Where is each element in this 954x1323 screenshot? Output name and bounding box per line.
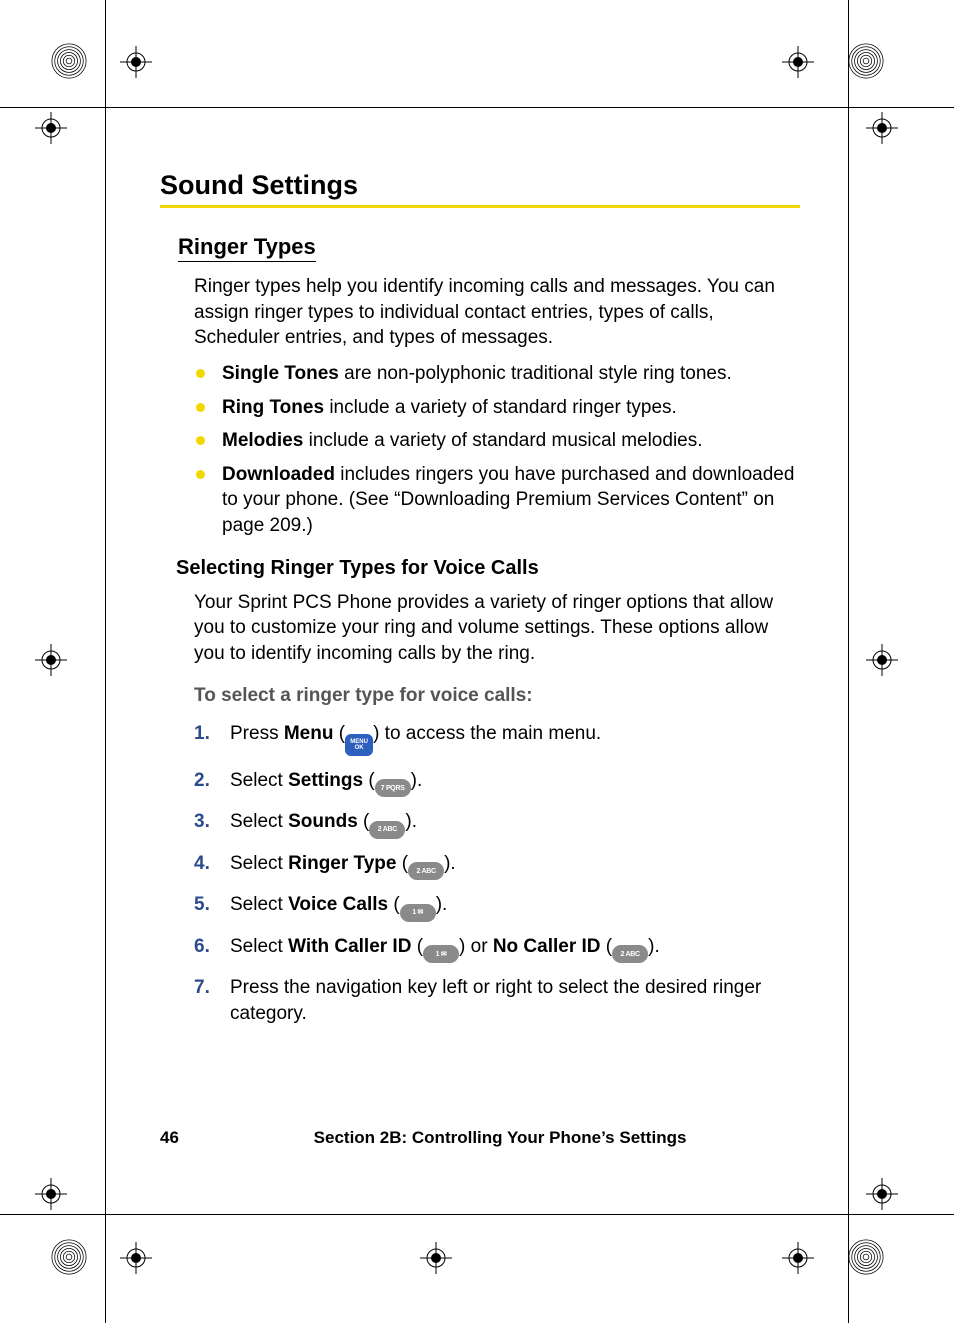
registration-rosette-icon [847,1238,885,1276]
step-text: Select [230,894,288,915]
list-item: Melodies include a variety of standard m… [194,428,800,454]
keypad-2-icon: 2 ABC [369,821,405,839]
step-number: 3. [194,809,210,835]
step-number: 5. [194,892,210,918]
keypad-7-icon: 7 PQRS [375,779,411,797]
step-bold: Sounds [288,811,358,832]
step-text: ( [388,894,400,915]
step-number: 1. [194,721,210,747]
registration-target-icon [420,1242,452,1274]
registration-target-icon [35,1178,67,1210]
step-text: ( [333,723,345,744]
intro-ringer-types: Ringer types help you identify incoming … [194,274,800,351]
list-item: 4. Select Ringer Type (2 ABC). [194,851,800,881]
step-text: ). [411,770,423,791]
page-number: 46 [160,1128,179,1147]
keypad-1-icon: 1 ✉ [400,904,436,922]
page-title: Sound Settings [160,170,800,201]
step-text: ( [601,936,613,957]
step-text: ( [363,770,375,791]
registration-target-icon [866,1178,898,1210]
keypad-2-icon: 2 ABC [612,945,648,963]
crop-line-right [848,0,849,1323]
step-text: ). [436,894,448,915]
bullet-bold: Ring Tones [222,397,324,418]
registration-target-icon [120,46,152,78]
step-bold: Menu [284,723,334,744]
list-item: 1. Press Menu (MENUOK) to access the mai… [194,721,800,756]
registration-rosette-icon [50,42,88,80]
crop-line-left [105,0,106,1323]
step-text: Select [230,936,288,957]
step-text: ( [411,936,423,957]
step-text: ( [358,811,370,832]
registration-rosette-icon [847,42,885,80]
step-text: ( [396,853,408,874]
step-number: 4. [194,851,210,877]
list-item: Downloaded includes ringers you have pur… [194,462,800,539]
intro-selecting-ringer: Your Sprint PCS Phone provides a variety… [194,590,800,667]
step-text: Select [230,770,288,791]
step-number: 7. [194,975,210,1001]
step-text: Select [230,811,288,832]
step-text: ) to access the main menu. [373,723,601,744]
step-number: 2. [194,768,210,794]
list-item: 7. Press the navigation key left or righ… [194,975,800,1026]
crop-line-top [0,107,954,108]
step-text: ). [444,853,456,874]
ringer-type-list: Single Tones are non-polyphonic traditio… [194,361,800,539]
list-item: 3. Select Sounds (2 ABC). [194,809,800,839]
list-item: Ring Tones include a variety of standard… [194,395,800,421]
page-body: Sound Settings Ringer Types Ringer types… [160,170,800,1038]
list-item: 6. Select With Caller ID (1 ✉) or No Cal… [194,934,800,964]
key-label: OK [355,745,364,751]
keypad-2-icon: 2 ABC [408,862,444,880]
page-footer: 46 Section 2B: Controlling Your Phone’s … [160,1128,800,1148]
procedure-lead: To select a ringer type for voice calls: [194,685,800,707]
list-item: 2. Select Settings (7 PQRS). [194,768,800,798]
step-text: Press [230,723,284,744]
step-text: Select [230,853,288,874]
registration-target-icon [866,112,898,144]
step-bold: With Caller ID [288,936,411,957]
registration-target-icon [35,112,67,144]
registration-rosette-icon [50,1238,88,1276]
step-text: ). [405,811,417,832]
step-bold: Ringer Type [288,853,396,874]
title-underline [160,205,800,208]
heading-ringer-types: Ringer Types [178,234,316,262]
keypad-1-icon: 1 ✉ [423,945,459,963]
bullet-text: include a variety of standard ringer typ… [324,397,677,418]
step-text: Press the navigation key left or right t… [230,977,761,1024]
bullet-text: are non-polyphonic traditional style rin… [339,363,732,384]
registration-target-icon [120,1242,152,1274]
registration-target-icon [35,644,67,676]
list-item: Single Tones are non-polyphonic traditio… [194,361,800,387]
step-bold: No Caller ID [493,936,601,957]
registration-target-icon [866,644,898,676]
registration-target-icon [782,46,814,78]
bullet-text: include a variety of standard musical me… [303,430,702,451]
bullet-bold: Downloaded [222,464,335,485]
steps-list: 1. Press Menu (MENUOK) to access the mai… [194,721,800,1027]
step-bold: Voice Calls [288,894,388,915]
step-text: ) or [459,936,493,957]
step-bold: Settings [288,770,363,791]
heading-selecting-ringer: Selecting Ringer Types for Voice Calls [176,557,800,580]
step-text: ). [648,936,660,957]
registration-target-icon [782,1242,814,1274]
list-item: 5. Select Voice Calls (1 ✉). [194,892,800,922]
footer-section-name: Section 2B: Controlling Your Phone’s Set… [314,1128,687,1147]
step-number: 6. [194,934,210,960]
menu-ok-key-icon: MENUOK [345,734,373,756]
crop-line-bottom [0,1214,954,1215]
bullet-bold: Melodies [222,430,303,451]
bullet-bold: Single Tones [222,363,339,384]
